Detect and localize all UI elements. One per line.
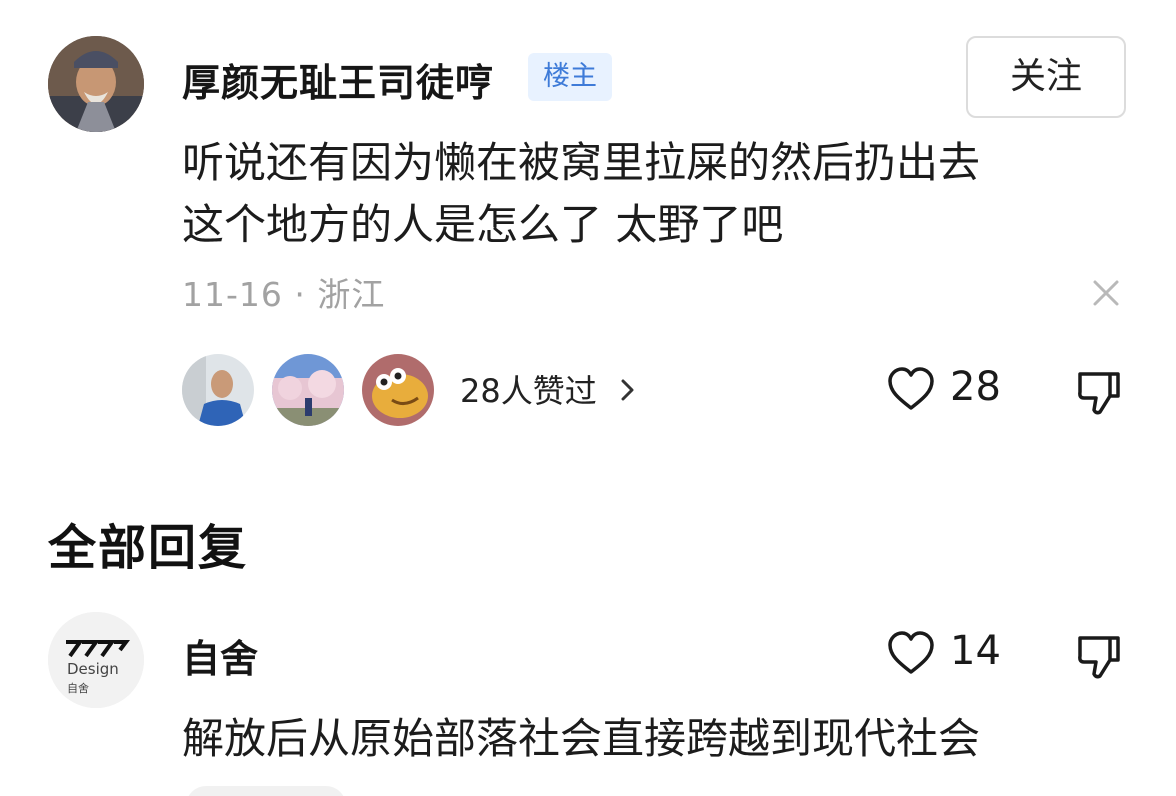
post-meta: 11-16 · 浙江 [182, 275, 386, 314]
post-detail-page: 厚颜无耻王司徒哼 楼主 关注 听说还有因为懒在被窝里拉屎的然后扔出去 这个地方的… [0, 0, 1176, 796]
reply-author-name[interactable]: 自舍 [182, 628, 258, 683]
reply-content: 解放后从原始部落社会直接跨越到现代社会 [182, 714, 981, 763]
follow-button[interactable]: 关注 [966, 36, 1126, 118]
author-name[interactable]: 厚颜无耻王司徒哼 [182, 52, 494, 107]
heart-icon[interactable] [886, 630, 936, 676]
chevron-right-icon[interactable] [620, 378, 636, 402]
liker-avatar[interactable] [362, 354, 434, 426]
sub-reply-chip[interactable] [186, 786, 346, 796]
thumbs-down-icon[interactable] [1076, 632, 1122, 680]
liker-avatar[interactable] [272, 354, 344, 426]
likers-summary[interactable]: 28人赞过 [460, 366, 597, 412]
reply-like-count: 14 [950, 628, 1001, 674]
like-count: 28 [950, 364, 1001, 410]
post-content: 听说还有因为懒在被窝里拉屎的然后扔出去 这个地方的人是怎么了 太野了吧 [182, 132, 1112, 256]
author-avatar[interactable] [48, 36, 144, 132]
post-content-line: 这个地方的人是怎么了 太野了吧 [182, 200, 784, 249]
op-badge: 楼主 [528, 53, 612, 101]
svg-text:自舍: 自舍 [67, 681, 89, 695]
liker-avatar[interactable] [182, 354, 254, 426]
close-icon[interactable] [1092, 279, 1120, 307]
heart-icon[interactable] [886, 366, 936, 412]
replies-header: 全部回复 [48, 520, 249, 576]
post-content-line: 听说还有因为懒在被窝里拉屎的然后扔出去 [182, 138, 981, 187]
reply-avatar[interactable]: Design 自舍 [48, 612, 144, 708]
thumbs-down-icon[interactable] [1076, 368, 1122, 416]
svg-text:Design: Design [67, 660, 119, 678]
